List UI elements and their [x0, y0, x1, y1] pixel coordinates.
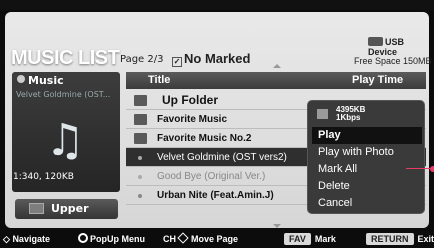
music-file-icon: [138, 175, 142, 179]
ch-rocker-icon: [177, 232, 189, 244]
col-title: Title: [148, 74, 171, 86]
music-list-screen: { "header": { "title": "MUSIC LIST", "pa…: [0, 0, 434, 248]
col-play-time: Play Time: [352, 74, 404, 86]
popup-menu-label: PopUp Menu: [90, 234, 145, 244]
track-title: Velvet Goldmine (OST...: [16, 90, 111, 99]
list-item-label: Favorite Music No.2: [157, 133, 252, 144]
navigate-label: Navigate: [12, 234, 50, 244]
mark-label: Mark: [314, 234, 336, 244]
footer-help-bar: ◇ Navigate PopUp Menu CH Move Page FAV Mar…: [0, 230, 434, 248]
music-file-icon: [317, 109, 328, 119]
list-item-label: Favorite Music: [157, 114, 228, 125]
music-file-icon: [138, 156, 142, 160]
category-label: Music: [28, 74, 64, 87]
move-page-label: Move Page: [191, 234, 239, 244]
popup-menu: 4395KB 1Kbps Play Play with Photo Mark A…: [307, 100, 425, 214]
scroll-down-arrow-icon[interactable]: [273, 224, 281, 228]
move-page-hint: CH Move Page: [163, 232, 239, 245]
folder-up-icon: [134, 95, 147, 106]
table-header: Title Play Time: [126, 72, 426, 89]
callout-line: [406, 168, 430, 169]
music-note-icon: [17, 75, 25, 83]
file-info: 1:340, 120KB: [13, 172, 74, 182]
usb-device-label: USB Device: [368, 37, 426, 57]
list-item-label: Good Bye (Original Ver.): [157, 171, 266, 182]
music-file-icon: [138, 194, 142, 198]
popup-item-delete[interactable]: Delete: [312, 178, 422, 195]
list-item-label: Velvet Goldmine (OST vers2): [157, 152, 287, 163]
free-space: Free Space 150MB: [354, 56, 432, 66]
popup-item-play-with-photo[interactable]: Play with Photo: [312, 144, 422, 161]
exit-hint: RETURN Exit: [366, 233, 434, 245]
upper-button[interactable]: Upper: [15, 199, 118, 219]
upper-label: Upper: [51, 202, 89, 215]
popup-menu-hint: PopUp Menu: [78, 233, 145, 245]
list-item-label: Up Folder: [162, 93, 218, 107]
ok-button-icon: [78, 233, 88, 243]
page-indicator: Page 2/3: [120, 54, 164, 65]
category-header: Music: [12, 72, 120, 89]
marked-label: No Marked: [184, 51, 251, 66]
return-key: RETURN: [366, 233, 414, 245]
ch-label: CH: [163, 234, 176, 244]
popup-item-mark-all[interactable]: Mark All: [312, 161, 422, 178]
callout-dot: [430, 166, 434, 172]
exit-label: Exit: [417, 234, 434, 244]
music-note-large-icon: ♫: [45, 115, 85, 166]
navigate-hint: ◇ Navigate: [3, 233, 50, 245]
page-title: MUSIC LIST: [11, 47, 120, 69]
folder-up-icon: [29, 203, 44, 214]
folder-icon: [134, 133, 147, 144]
checkbox-icon: ✓: [172, 57, 182, 67]
marked-status: ✓ No Marked: [172, 51, 250, 67]
top-strip: [0, 0, 434, 10]
popup-bitrate: 1Kbps: [336, 113, 361, 122]
folder-icon: [134, 114, 147, 125]
fav-key: FAV: [284, 233, 311, 245]
list-item-label: Urban Nite (Feat.Amin.J): [157, 190, 274, 201]
navigate-arrows-icon: ◇: [3, 234, 10, 244]
popup-item-play[interactable]: Play: [312, 127, 422, 144]
scroll-up-arrow-icon[interactable]: [273, 64, 281, 68]
popup-item-cancel[interactable]: Cancel: [312, 195, 422, 212]
mark-hint: FAV Mark: [284, 233, 336, 245]
popup-file-info: 4395KB 1Kbps: [312, 105, 422, 124]
usb-icon: [368, 37, 383, 46]
